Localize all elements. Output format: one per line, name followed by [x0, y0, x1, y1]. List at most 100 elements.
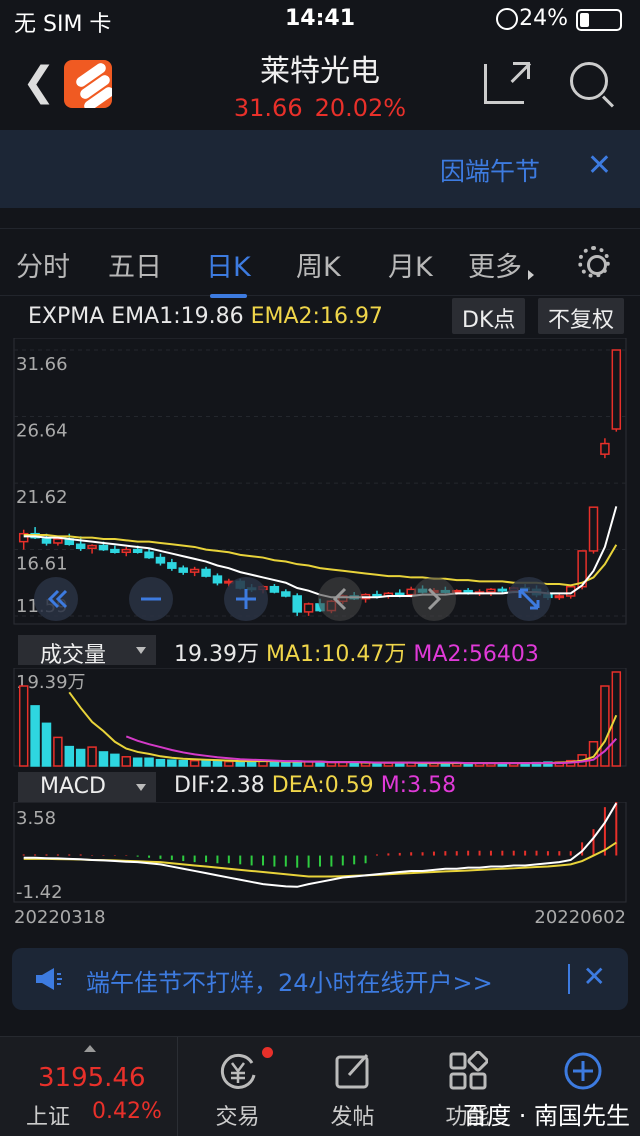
- volume-bar: [87, 746, 97, 767]
- edit-icon: [335, 1053, 369, 1089]
- macd-values: DIF:2.38 DEA:0.59 M:3.58: [174, 773, 456, 798]
- nav-post[interactable]: 发帖: [295, 1037, 410, 1136]
- close-icon[interactable]: ✕: [587, 148, 612, 183]
- index-ticker[interactable]: 3195.46 上证 0.42%: [0, 1037, 178, 1136]
- notification-dot: [262, 1047, 273, 1058]
- volume-bar: [53, 736, 63, 767]
- index-pct: 0.42%: [92, 1099, 162, 1124]
- volume-chart[interactable]: 19.39万: [0, 668, 640, 768]
- share-icon[interactable]: [484, 62, 530, 104]
- notice-text: 因端午节: [440, 157, 541, 186]
- tab-daily-k[interactable]: 日K: [206, 245, 251, 298]
- volume-bar: [98, 751, 109, 767]
- tab-weekly-k[interactable]: 周K: [296, 245, 341, 284]
- volume-bar: [155, 758, 166, 767]
- nav-trade-label: 交易: [215, 1105, 260, 1130]
- expand-up-icon: [84, 1045, 96, 1052]
- search-icon[interactable]: [570, 62, 608, 100]
- yen-refresh-icon: [220, 1053, 256, 1089]
- x-start-date: 20220318: [14, 907, 106, 928]
- dk-point-button[interactable]: DK点: [452, 298, 526, 334]
- volume-bar: [178, 759, 188, 767]
- volume-values: 19.39万 MA1:10.47万 MA2:56403: [174, 636, 539, 668]
- indicator-name: EXPMA: [28, 304, 105, 329]
- megaphone-icon: [36, 968, 62, 990]
- volume-bar: [224, 760, 234, 767]
- status-bar: 无 SIM 卡 14:41 24%: [0, 0, 640, 40]
- volume-bar: [167, 759, 177, 767]
- volume-bar: [75, 748, 86, 767]
- stock-quote: 31.66 20.02%: [0, 94, 640, 122]
- volume-ma1: MA1:10.47万: [265, 642, 407, 667]
- tab-five-day[interactable]: 五日: [108, 245, 162, 284]
- macd-select[interactable]: MACD: [18, 772, 156, 802]
- ad-banner[interactable]: 端午佳节不打烊，24小时在线开户>> ✕: [12, 948, 628, 1010]
- nav-trade[interactable]: 交易: [180, 1037, 295, 1136]
- stock-price: 31.66: [233, 94, 303, 122]
- volume-bar: [269, 761, 280, 767]
- macd-dif-line: [23, 802, 618, 888]
- ad-text[interactable]: 端午佳节不打烊，24小时在线开户>>: [86, 963, 493, 998]
- grid-icon: [449, 1051, 488, 1090]
- rotation-lock-icon: [496, 8, 518, 30]
- step-left-button[interactable]: [318, 577, 362, 621]
- volume-bar: [144, 757, 154, 767]
- watermark: 百度 · 南国先生: [463, 1102, 630, 1130]
- gear-icon[interactable]: [578, 246, 610, 278]
- close-icon[interactable]: ✕: [583, 960, 606, 993]
- tab-more[interactable]: 更多: [468, 245, 522, 284]
- x-end-date: 20220602: [534, 907, 626, 928]
- volume-bar: [189, 759, 200, 767]
- zoom-out-button[interactable]: [129, 577, 173, 621]
- macd-svg: 3.58 -1.42 20220318 20220602: [13, 802, 627, 928]
- chart-frame: [13, 802, 627, 903]
- expma-header: EXPMA EMA1:19.86 EMA2:16.97 DK点 不复权: [0, 298, 640, 336]
- volume-bar: [30, 705, 40, 767]
- volume-bar: [246, 760, 257, 767]
- volume-bar: [110, 753, 120, 767]
- volume-bar: [41, 722, 52, 767]
- ad-divider: [568, 964, 570, 994]
- tab-monthly-k[interactable]: 月K: [388, 245, 433, 284]
- volume-bar: [611, 671, 622, 767]
- tab-intraday[interactable]: 分时: [16, 245, 70, 284]
- scroll-left-button[interactable]: [34, 577, 78, 621]
- volume-ma2: MA2:56403: [413, 642, 539, 667]
- add-circle-icon: [564, 1052, 602, 1090]
- volume-value: 19.39万: [174, 642, 259, 667]
- ema1-value: EMA1:19.86: [111, 304, 244, 329]
- volume-bar: [201, 760, 211, 767]
- macd-dea: DEA:0.59: [271, 773, 374, 798]
- battery-percent: 24%: [519, 6, 568, 31]
- macd-dif: DIF:2.38: [174, 773, 265, 798]
- volume-select[interactable]: 成交量: [18, 635, 156, 668]
- volume-bar: [315, 761, 325, 767]
- y-tick-label: -1.42: [16, 882, 63, 903]
- candlestick-chart[interactable]: 31.6626.6421.6216.6111.59: [0, 338, 640, 628]
- stock-header: ❮ 莱特光电 31.66 20.02%: [0, 40, 640, 128]
- volume-bar: [18, 685, 29, 767]
- notice-banner[interactable]: 因端午节 ✕: [0, 130, 640, 208]
- stock-name: 莱特光电: [260, 54, 380, 89]
- volume-svg: 19.39万: [13, 668, 627, 767]
- zoom-in-button[interactable]: [224, 577, 268, 621]
- volume-bar: [212, 760, 223, 767]
- volume-bar: [132, 757, 143, 767]
- volume-ma1-line: [68, 691, 618, 765]
- volume-bar: [121, 756, 132, 767]
- index-name: 上证: [26, 1105, 71, 1130]
- ema2-value: EMA2:16.97: [250, 304, 383, 329]
- macd-chart[interactable]: 3.58 -1.42 20220318 20220602: [0, 802, 640, 930]
- volume-bar: [64, 745, 75, 767]
- fullscreen-button[interactable]: [507, 577, 551, 621]
- period-tabs: 分时 五日 日K 周K 月K 更多: [0, 228, 640, 298]
- adjust-button[interactable]: 不复权: [538, 298, 625, 334]
- battery-icon: [576, 9, 622, 31]
- step-right-button[interactable]: [412, 577, 456, 621]
- expma-values: EXPMA EMA1:19.86 EMA2:16.97: [28, 304, 383, 329]
- y-tick-label: 3.58: [16, 808, 56, 829]
- stock-change-pct: 20.02%: [314, 94, 407, 122]
- nav-post-label: 发帖: [330, 1105, 375, 1130]
- index-value: 3195.46: [38, 1063, 146, 1093]
- macd-m: M:3.58: [380, 773, 457, 798]
